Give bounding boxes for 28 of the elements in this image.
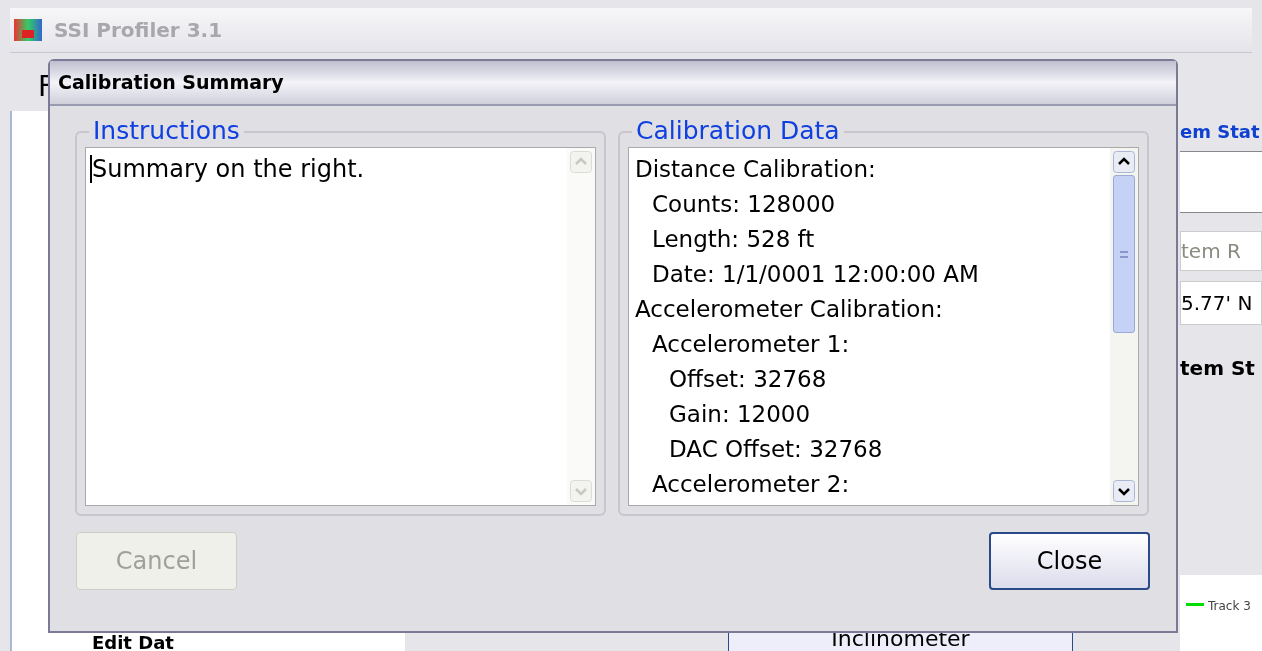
calibration-line: Date: 1/1/0001 12:00:00 AM [652,260,979,289]
scrollbar[interactable] [1110,148,1138,505]
panel-field[interactable]: 5.77' N [1180,281,1262,325]
scrollbar-thumb[interactable] [1113,175,1135,333]
calibration-line: Distance Calibration: [635,155,876,184]
calibration-line: Gain: 12000 [669,400,811,429]
calibration-line: Accelerometer 1: [652,330,850,359]
side-item-label[interactable]: Edit Dat [92,634,405,651]
close-button[interactable]: Close [989,532,1150,590]
calibration-line: Length: 528 ft [652,225,815,254]
scroll-down-icon[interactable] [1113,480,1135,502]
calibration-line: Accelerometer 2: [652,470,850,499]
calibration-line: Offset: 32768 [669,365,827,394]
calibration-line: Counts: 128000 [652,190,836,219]
panel-field[interactable]: tem R [1180,231,1262,271]
legend-line-icon [1186,603,1204,606]
scroll-up-icon[interactable] [1113,151,1135,173]
calibration-line: DAC Offset: 32768 [669,435,883,464]
instructions-text: Summary on the right. [90,155,365,183]
panel-heading: em Stat [1180,120,1261,144]
app-title: SSI Profiler 3.1 [54,17,223,44]
calibration-line: Accelerometer Calibration: [635,295,943,324]
calibration-list[interactable]: Distance Calibration: Counts: 128000 Length: 528 ft Date: 1/1/0001 12:00:00 AM Accelerometer Calibration: Accelerometer 1: Offset: 32768 Gain: 12000 DAC Offset: 32768 Accelerometer 2: [628,147,1139,506]
app-logo-icon [14,19,42,41]
instructions-text-area[interactable]: Summary on the right. [85,147,596,506]
dialog-title: Calibration Summary [58,70,284,96]
panel-label: tem St [1180,355,1256,382]
legend-label: Track 3 [1208,598,1251,615]
